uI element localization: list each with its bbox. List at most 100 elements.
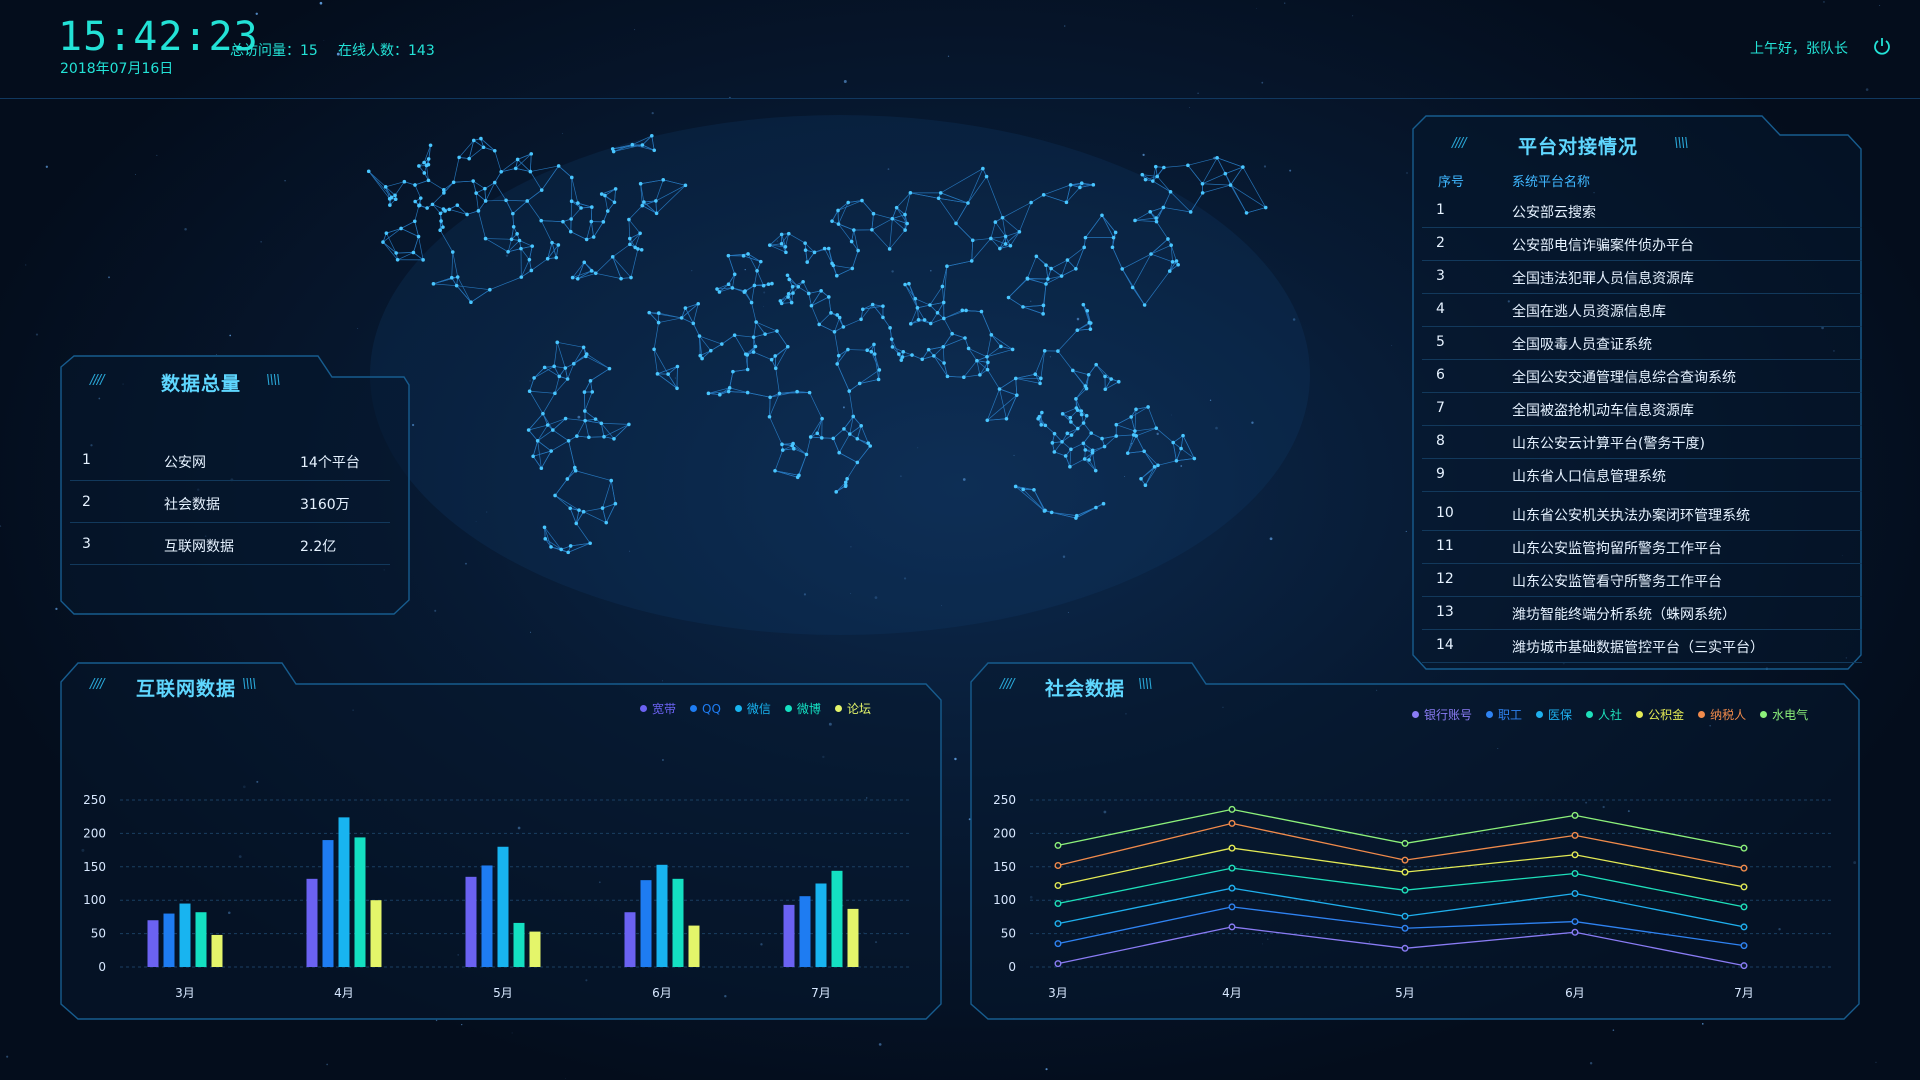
data-point[interactable] <box>1054 920 1062 928</box>
data-point[interactable] <box>1228 903 1236 911</box>
data-point[interactable] <box>1740 883 1748 891</box>
star <box>1702 1023 1704 1025</box>
bar[interactable] <box>195 912 207 967</box>
platform-name: 潍坊城市基础数据管控平台（三实平台） <box>1512 640 1764 656</box>
data-point[interactable] <box>1228 864 1236 872</box>
bar[interactable] <box>783 904 795 967</box>
data-point[interactable] <box>1401 856 1409 864</box>
x-tick-label: 5月 <box>493 986 513 1000</box>
y-tick-label: 50 <box>1001 927 1016 941</box>
bar[interactable] <box>481 865 493 967</box>
platform-row[interactable]: 4 全国在逃人员资源信息库 <box>1422 294 1862 327</box>
data-total-row: 3 互联网数据 2.2亿 <box>70 524 390 565</box>
legend-item[interactable]: 微信 <box>734 700 771 717</box>
platform-row[interactable]: 6 全国公安交通管理信息综合查询系统 <box>1422 360 1862 393</box>
bar[interactable] <box>338 817 350 967</box>
data-point[interactable] <box>1740 923 1748 931</box>
data-point[interactable] <box>1054 841 1062 849</box>
star <box>184 228 187 231</box>
world-network-map <box>366 115 1310 635</box>
power-icon[interactable] <box>1872 36 1892 56</box>
data-point[interactable] <box>1228 923 1236 931</box>
data-point[interactable] <box>1740 942 1748 950</box>
bar-legend: 宽带 QQ 微信 微博 论坛 <box>640 700 871 717</box>
data-point[interactable] <box>1740 903 1748 911</box>
star <box>55 607 58 611</box>
data-point[interactable] <box>1401 912 1409 920</box>
bar[interactable] <box>656 864 668 967</box>
bar[interactable] <box>831 870 843 967</box>
platform-row[interactable]: 2 公安部电信诈骗案件侦办平台 <box>1422 228 1862 261</box>
bar[interactable] <box>465 876 477 967</box>
bar[interactable] <box>847 908 859 967</box>
bar[interactable] <box>354 837 366 967</box>
data-point[interactable] <box>1571 811 1579 819</box>
data-point[interactable] <box>1740 864 1748 872</box>
clock: 15:42:23 <box>58 14 259 60</box>
bar[interactable] <box>211 934 223 967</box>
bar[interactable] <box>179 903 191 967</box>
x-tick-label: 7月 <box>811 986 831 1000</box>
platform-row[interactable]: 8 山东公安云计算平台(警务干度) <box>1422 426 1862 459</box>
data-point[interactable] <box>1571 831 1579 839</box>
data-point[interactable] <box>1740 962 1748 970</box>
bar[interactable] <box>497 846 509 967</box>
platform-row[interactable]: 10 山东省公安机关执法办案闭环管理系统 <box>1422 498 1862 531</box>
data-point[interactable] <box>1401 868 1409 876</box>
bar[interactable] <box>513 922 525 967</box>
data-point[interactable] <box>1401 886 1409 894</box>
legend-item[interactable]: 论坛 <box>834 700 871 717</box>
platform-name: 全国被盗抢机动车信息资源库 <box>1512 403 1694 419</box>
title-deco-left: //// <box>1000 677 1014 692</box>
data-point[interactable] <box>1401 839 1409 847</box>
platform-row[interactable]: 14 潍坊城市基础数据管控平台（三实平台） <box>1422 630 1862 663</box>
platform-row[interactable]: 3 全国违法犯罪人员信息资源库 <box>1422 261 1862 294</box>
title-deco-right: \\\\ <box>242 677 256 692</box>
platform-row[interactable]: 7 全国被盗抢机动车信息资源库 <box>1422 393 1862 426</box>
platform-row[interactable]: 5 全国吸毒人员查证系统 <box>1422 327 1862 360</box>
data-point[interactable] <box>1740 844 1748 852</box>
data-point[interactable] <box>1571 869 1579 877</box>
bar[interactable] <box>672 878 684 967</box>
bar[interactable] <box>147 920 159 967</box>
data-point[interactable] <box>1571 851 1579 859</box>
platform-row[interactable]: 12 山东公安监管看守所警务工作平台 <box>1422 564 1862 597</box>
bar[interactable] <box>306 878 318 967</box>
data-point[interactable] <box>1401 924 1409 932</box>
data-point[interactable] <box>1054 900 1062 908</box>
bar[interactable] <box>688 925 700 967</box>
data-point[interactable] <box>1571 890 1579 898</box>
bar[interactable] <box>370 900 382 967</box>
data-point[interactable] <box>1228 844 1236 852</box>
bar[interactable] <box>815 883 827 968</box>
data-point[interactable] <box>1054 861 1062 869</box>
platform-row[interactable]: 13 潍坊智能终端分析系统（蛛网系统） <box>1422 597 1862 630</box>
platform-name: 山东公安监管看守所警务工作平台 <box>1512 574 1722 590</box>
legend-item[interactable]: 宽带 <box>640 700 676 717</box>
star <box>878 1043 882 1046</box>
bar[interactable] <box>163 913 175 967</box>
bar[interactable] <box>529 931 541 967</box>
legend-dot <box>1636 711 1644 718</box>
data-point[interactable] <box>1401 944 1409 952</box>
data-point[interactable] <box>1571 928 1579 936</box>
data-point[interactable] <box>1054 960 1062 968</box>
series-line <box>1057 887 1745 928</box>
data-point[interactable] <box>1228 884 1236 892</box>
bar[interactable] <box>799 896 811 967</box>
data-point[interactable] <box>1228 805 1236 813</box>
platform-row[interactable]: 9 山东省人口信息管理系统 <box>1422 459 1862 492</box>
data-point[interactable] <box>1054 882 1062 890</box>
bar[interactable] <box>624 912 636 967</box>
platform-name: 山东公安云计算平台(警务干度) <box>1512 436 1705 452</box>
legend-item[interactable]: QQ <box>690 700 721 717</box>
data-point[interactable] <box>1054 940 1062 948</box>
data-point[interactable] <box>1228 819 1236 827</box>
bar[interactable] <box>640 880 652 967</box>
bar[interactable] <box>322 840 334 967</box>
legend-item[interactable]: 微博 <box>784 700 821 717</box>
platform-row[interactable]: 1 公安部云搜索 <box>1422 195 1862 228</box>
platform-row[interactable]: 11 山东公安监管拘留所警务工作平台 <box>1422 531 1862 564</box>
data-point[interactable] <box>1571 918 1579 926</box>
date: 2018年07月16日 <box>60 61 174 77</box>
